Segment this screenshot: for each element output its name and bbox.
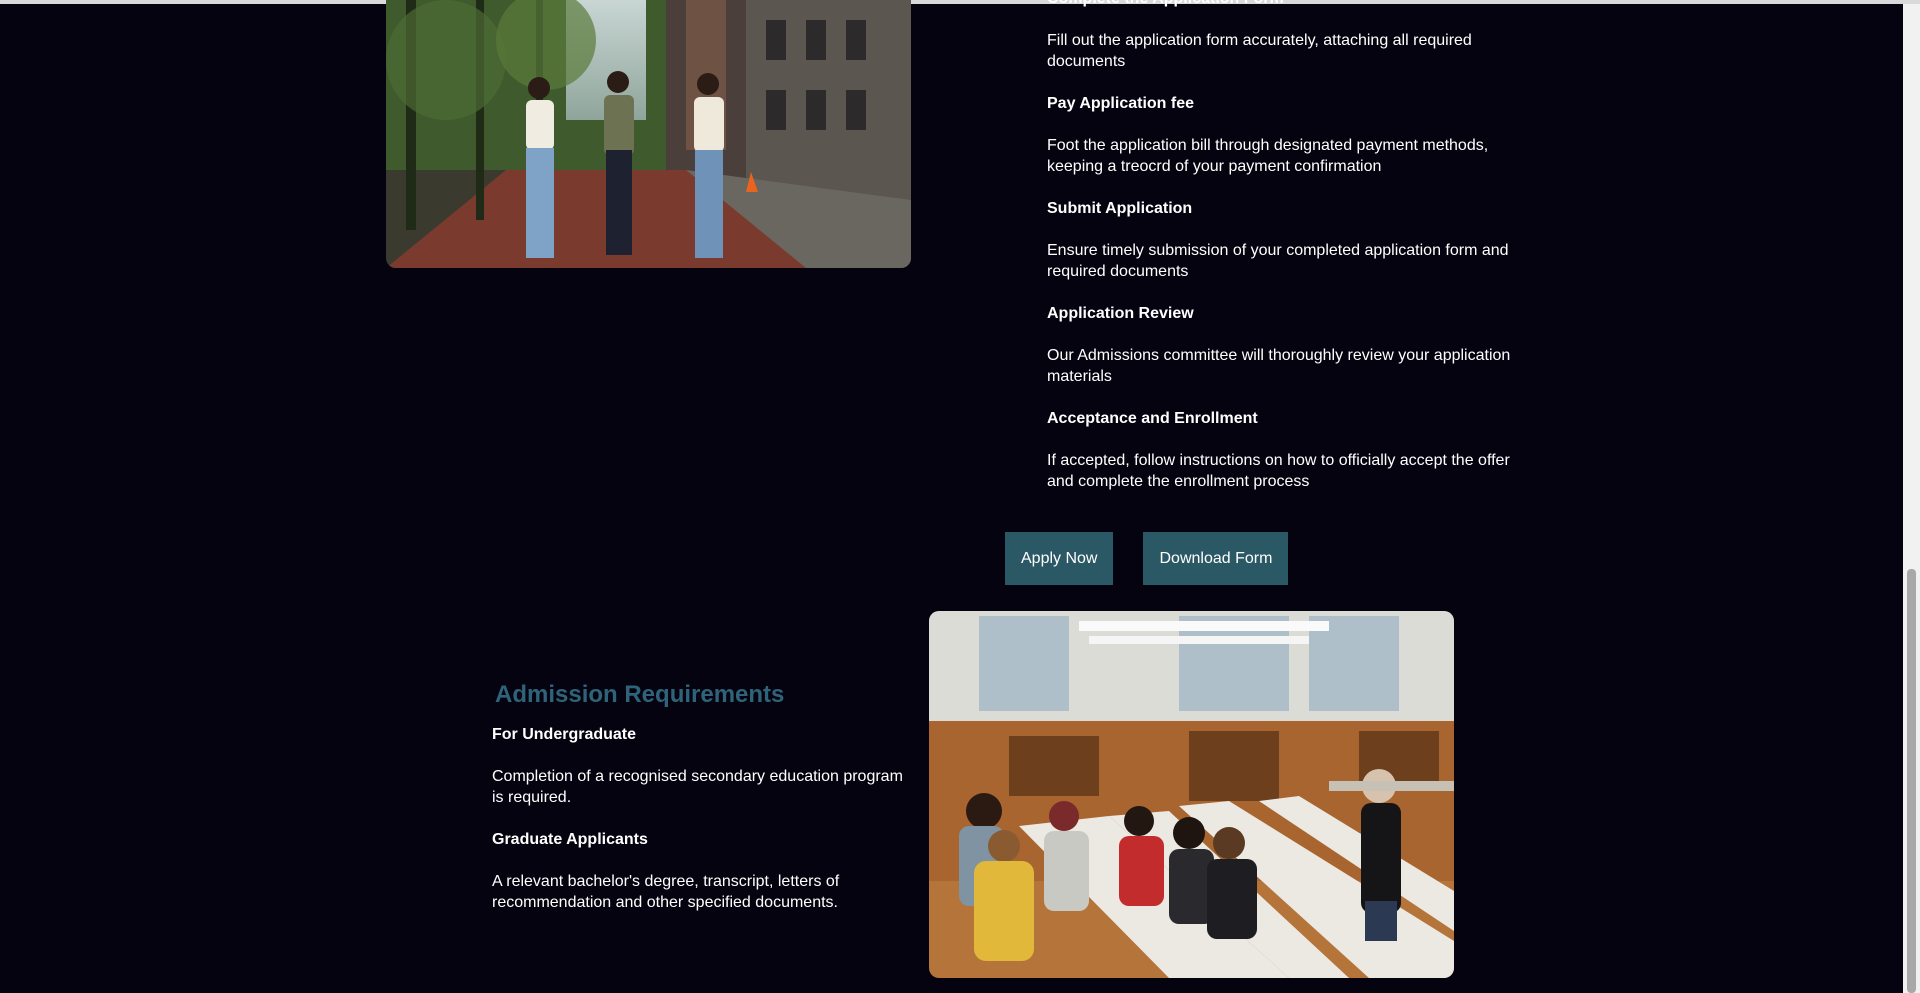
- graduate-description: A relevant bachelor's degree, transcript…: [492, 873, 840, 911]
- graduate-title: Graduate Applicants: [492, 831, 648, 848]
- undergraduate-title: For Undergraduate: [492, 726, 637, 743]
- step-item: Complete the Application Form Fill out t…: [1047, 0, 1527, 72]
- step-title: Application Review: [1047, 305, 1194, 322]
- apply-now-button[interactable]: Apply Now: [1005, 532, 1114, 585]
- undergraduate-description: Completion of a recognised secondary edu…: [492, 768, 903, 806]
- step-item: Pay Application fee Foot the application…: [1047, 93, 1527, 177]
- step-description: Our Admissions committee will thoroughly…: [1047, 347, 1511, 385]
- step-title: Submit Application: [1047, 200, 1193, 217]
- step-item: Application Review Our Admissions commit…: [1047, 303, 1527, 387]
- step-description: If accepted, follow instructions on how …: [1047, 452, 1510, 490]
- action-buttons: Apply Now Download Form: [1005, 532, 1289, 585]
- download-form-button[interactable]: Download Form: [1143, 532, 1289, 585]
- step-description: Foot the application bill through design…: [1047, 137, 1489, 175]
- classroom-lecture-photo: [929, 611, 1454, 978]
- step-title: Complete the Application Form: [1047, 0, 1527, 9]
- step-item: Submit Application Ensure timely submiss…: [1047, 198, 1527, 282]
- window-top-edge: [0, 0, 1920, 4]
- admission-requirements-section: Admission Requirements For Undergraduate…: [492, 680, 912, 934]
- step-item: Acceptance and Enrollment If accepted, f…: [1047, 408, 1527, 492]
- scrollbar-thumb[interactable]: [1907, 569, 1916, 993]
- step-title: Acceptance and Enrollment: [1047, 410, 1258, 427]
- page-scrollbar[interactable]: [1903, 4, 1920, 993]
- admission-requirements-heading: Admission Requirements: [495, 681, 785, 708]
- application-steps: Complete the Application Form Fill out t…: [1047, 0, 1527, 513]
- step-description: Ensure timely submission of your complet…: [1047, 242, 1509, 280]
- students-walking-photo: [386, 0, 911, 268]
- step-description: Fill out the application form accurately…: [1047, 32, 1472, 70]
- step-title: Pay Application fee: [1047, 95, 1194, 112]
